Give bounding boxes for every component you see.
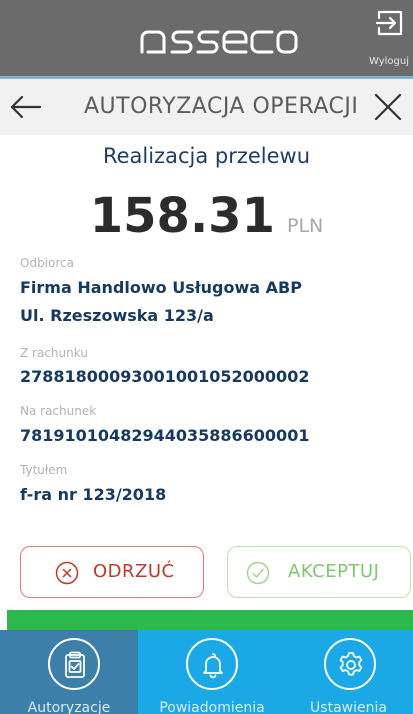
logout-label: Wyloguj [369, 56, 409, 67]
from-account-number: 27881800093001001052000002 [20, 367, 310, 386]
top-bar: Wyloguj [0, 0, 413, 76]
logout-button[interactable]: Wyloguj [367, 0, 413, 76]
accept-check-icon [246, 561, 270, 585]
tab-ustawienia-label: Ustawienia [310, 700, 387, 714]
accept-button[interactable]: AKCEPTUJ [227, 546, 411, 598]
from-account-label: Z rachunku [20, 346, 88, 360]
recipient-label: Odbiorca [20, 256, 74, 270]
clipboard-check-icon [48, 638, 100, 690]
close-icon [374, 93, 402, 121]
reject-label: ODRZUĆ [93, 561, 175, 582]
amount-value: 158.31 [89, 188, 275, 244]
to-account-label: Na rachunek [20, 404, 97, 418]
recipient-name: Firma Handlowo Usługowa ABP [20, 278, 302, 297]
accept-label: AKCEPTUJ [288, 561, 380, 582]
reject-button[interactable]: ODRZUĆ [20, 546, 204, 598]
page-title: AUTORYZACJA OPERACJI [84, 94, 359, 119]
page-header: AUTORYZACJA OPERACJI [0, 79, 413, 135]
logout-icon [375, 10, 403, 36]
status-bar [7, 610, 413, 630]
bottom-tab-bar: Autoryzacje Powiadomienia Ustawienia [0, 630, 413, 714]
tab-autoryzacje[interactable]: Autoryzacje [0, 630, 138, 714]
arrow-left-icon [10, 95, 42, 119]
close-button[interactable] [371, 91, 405, 123]
tab-autoryzacje-label: Autoryzacje [27, 700, 111, 714]
tab-powiadomienia-label: Powiadomienia [159, 700, 265, 714]
tab-powiadomienia[interactable]: Powiadomienia [146, 630, 278, 714]
recipient-address: Ul. Rzeszowska 123/a [20, 306, 214, 325]
brand-logo [138, 22, 298, 58]
bell-icon [186, 638, 238, 690]
amount-display: 158.31 PLN [0, 188, 413, 244]
transfer-title-value: f-ra nr 123/2018 [20, 485, 167, 504]
gear-icon [324, 638, 376, 690]
operation-title: Realizacja przelewu [102, 144, 311, 168]
transfer-title-label: Tytułem [20, 463, 68, 477]
tab-ustawienia[interactable]: Ustawienia [284, 630, 413, 714]
reject-x-icon [55, 561, 79, 585]
to-account-number: 78191010482944035886600001 [20, 426, 310, 445]
back-button[interactable] [8, 91, 44, 123]
currency-label: PLN [286, 215, 324, 237]
